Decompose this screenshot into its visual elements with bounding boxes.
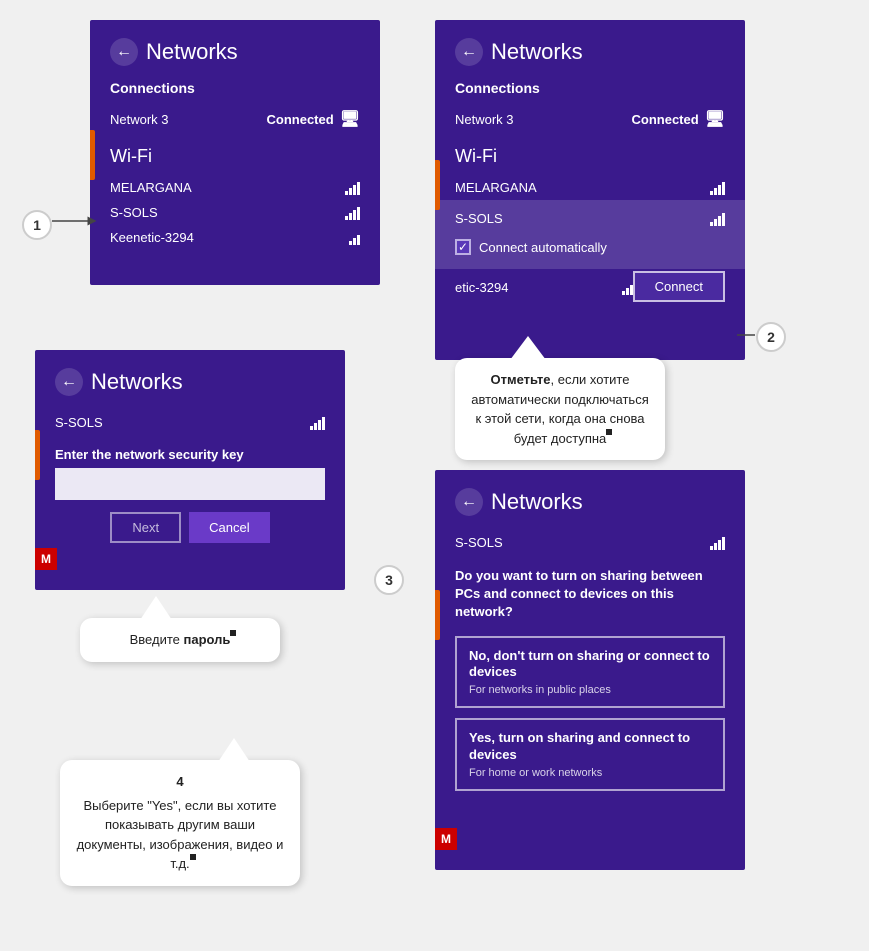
m-badge-3: M <box>35 548 57 570</box>
signal-bars-melargana-1 <box>345 181 360 195</box>
ssols-label-4: S-SOLS <box>455 535 503 550</box>
network-name-1: Network 3 <box>110 112 169 127</box>
cancel-button[interactable]: Cancel <box>189 512 269 543</box>
keenetic-name-1: Keenetic-3294 <box>110 230 194 245</box>
signal-bars-ssols-2 <box>710 212 725 226</box>
no-sharing-title: No, don't turn on sharing or connect to … <box>469 648 711 682</box>
panel-1: ← Networks Connections Network 3 Connect… <box>90 20 380 285</box>
no-sharing-sub: For networks in public places <box>469 684 711 696</box>
panel-3-buttons: Next Cancel <box>55 512 325 543</box>
callout-4-num: 4 <box>76 772 284 792</box>
yes-sharing-title: Yes, turn on sharing and connect to devi… <box>469 730 711 764</box>
signal-bars-keenetic-1 <box>349 231 360 245</box>
password-input[interactable] <box>55 468 325 500</box>
signal-bars-melargana-2 <box>710 181 725 195</box>
callout-2-bold: Отметьте <box>491 372 551 387</box>
back-button-2[interactable]: ← <box>455 38 483 66</box>
yes-sharing-sub: For home or work networks <box>469 767 711 779</box>
callout-3: Введите пароль <box>80 618 280 662</box>
m-badge-4: M <box>435 828 457 850</box>
signal-bars-ssols-3 <box>310 416 325 430</box>
connect-button[interactable]: Connect <box>633 271 725 302</box>
back-button-3[interactable]: ← <box>55 368 83 396</box>
ssols-row-3: S-SOLS <box>55 410 325 435</box>
step1-arrow <box>52 215 102 227</box>
orange-bar-3 <box>35 430 40 480</box>
security-key-label: Enter the network security key <box>55 447 325 462</box>
ssols-row-2-inner: S-SOLS <box>455 206 725 231</box>
signal-bars-ssols-4 <box>710 536 725 550</box>
connections-label-2: Connections <box>455 80 725 96</box>
ssols-row-4: S-SOLS <box>455 530 725 555</box>
signal-bars-ssols-1 <box>345 206 360 220</box>
panel-2: ← Networks Connections Network 3 Connect… <box>435 20 745 360</box>
panel-1-header: ← Networks <box>110 38 360 66</box>
melargana-name-2: MELARGANA <box>455 180 537 195</box>
callout-3-bold: пароль <box>183 632 230 647</box>
connect-auto-label: Connect automatically <box>479 240 607 255</box>
wifi-label-2: Wi-Fi <box>455 146 725 167</box>
back-button-1[interactable]: ← <box>110 38 138 66</box>
panel-3: ← Networks S-SOLS Enter the network secu… <box>35 350 345 590</box>
callout-4-text: Выберите "Yes", если вы хотите показыват… <box>77 798 284 872</box>
panel-4-title: Networks <box>491 489 583 515</box>
next-button[interactable]: Next <box>110 512 181 543</box>
callout-2: Отметьте, если хотите автоматически подк… <box>455 358 665 460</box>
back-button-4[interactable]: ← <box>455 488 483 516</box>
yes-sharing-option[interactable]: Yes, turn on sharing and connect to devi… <box>455 718 725 791</box>
ssols-label-3: S-SOLS <box>55 415 103 430</box>
step-1-badge: 1 <box>22 210 52 240</box>
ssols-name-2: S-SOLS <box>455 211 503 226</box>
orange-bar-1 <box>90 130 95 180</box>
ssols-row-1[interactable]: S-SOLS <box>110 200 360 225</box>
monitor-icon-1: 🖥 <box>340 109 360 129</box>
sharing-question: Do you want to turn on sharing between P… <box>455 567 725 622</box>
melargana-row-1[interactable]: MELARGANA <box>110 175 360 200</box>
step-3-badge: 3 <box>374 565 404 595</box>
connected-status-1: Connected 🖥 <box>267 109 360 129</box>
step2-arrow <box>737 330 761 340</box>
signal-bars-keenetic-2 <box>622 281 633 295</box>
panel-3-title: Networks <box>91 369 183 395</box>
connect-auto-checkbox[interactable]: ✓ <box>455 239 471 255</box>
keenetic-name-2: etic-3294 <box>455 280 508 295</box>
no-sharing-option[interactable]: No, don't turn on sharing or connect to … <box>455 636 725 709</box>
network-status-row-1: Network 3 Connected 🖥 <box>110 104 360 134</box>
panel-4-header: ← Networks <box>455 488 725 516</box>
panel-4: ← Networks S-SOLS Do you want to turn on… <box>435 470 745 870</box>
keenetic-row-2[interactable]: etic-3294 <box>455 275 633 300</box>
monitor-icon-2: 🖥 <box>705 109 725 129</box>
callout-4: 4 Выберите "Yes", если вы хотите показыв… <box>60 760 300 886</box>
panel-3-header: ← Networks <box>55 368 325 396</box>
orange-bar-2 <box>435 160 440 210</box>
melargana-name-1: MELARGANA <box>110 180 192 195</box>
ssols-highlighted-row[interactable]: S-SOLS ✓ Connect automatically Connect <box>435 200 745 269</box>
network-status-row-2: Network 3 Connected 🖥 <box>455 104 725 134</box>
callout-3-prefix: Введите <box>130 632 184 647</box>
melargana-row-2[interactable]: MELARGANA <box>455 175 725 200</box>
wifi-label-1: Wi-Fi <box>110 146 360 167</box>
orange-bar-4 <box>435 590 440 640</box>
panel-1-title: Networks <box>146 39 238 65</box>
panel-2-title: Networks <box>491 39 583 65</box>
network-name-2: Network 3 <box>455 112 514 127</box>
panel-2-header: ← Networks <box>455 38 725 66</box>
keenetic-row-1[interactable]: Keenetic-3294 <box>110 225 360 250</box>
ssols-name-1: S-SOLS <box>110 205 158 220</box>
connected-status-2: Connected 🖥 <box>632 109 725 129</box>
connections-label-1: Connections <box>110 80 360 96</box>
connect-auto-row[interactable]: ✓ Connect automatically <box>455 231 725 263</box>
